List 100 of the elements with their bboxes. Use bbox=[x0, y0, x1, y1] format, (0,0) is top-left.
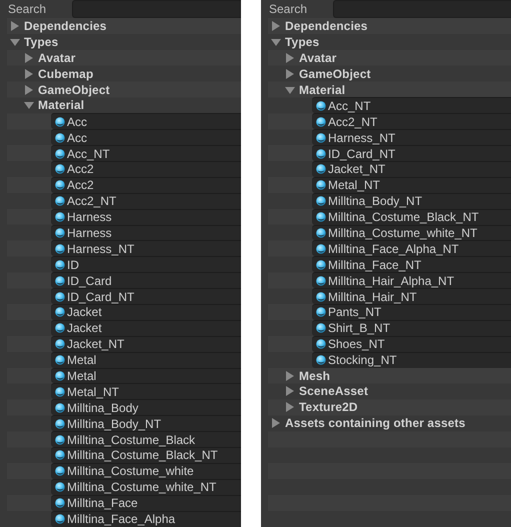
caret-icon[interactable] bbox=[285, 68, 295, 79]
asset-item[interactable]: Harness bbox=[51, 208, 241, 225]
sphere-icon bbox=[55, 228, 65, 238]
caret-icon[interactable] bbox=[285, 386, 295, 396]
sphere-icon bbox=[55, 450, 65, 460]
caret-icon[interactable] bbox=[285, 370, 295, 381]
tree-item[interactable]: Material bbox=[299, 82, 346, 96]
caret-icon[interactable] bbox=[24, 100, 34, 110]
sphere-icon bbox=[55, 244, 65, 254]
caret-icon[interactable] bbox=[271, 36, 281, 47]
tree-item[interactable]: Material bbox=[38, 98, 84, 112]
sphere-icon bbox=[55, 260, 65, 270]
tree-item[interactable]: Avatar bbox=[38, 50, 76, 65]
sphere-icon bbox=[316, 307, 326, 318]
tree-item[interactable]: Avatar bbox=[299, 50, 337, 65]
sphere-icon bbox=[316, 116, 326, 127]
asset-item[interactable]: Acc2_NT bbox=[51, 192, 241, 209]
asset-item[interactable]: Milltina_Costume_Black_NT bbox=[51, 447, 241, 463]
asset-item[interactable]: Milltina_Face_Alpha_NT bbox=[312, 240, 511, 256]
sphere-icon bbox=[316, 244, 326, 254]
asset-item[interactable]: Acc2 bbox=[51, 161, 241, 177]
sphere-icon bbox=[55, 148, 65, 159]
tree-item[interactable]: Types bbox=[285, 34, 320, 49]
asset-item[interactable]: Acc2_NT bbox=[312, 113, 511, 130]
asset-item[interactable]: Metal bbox=[51, 368, 241, 384]
search-field[interactable] bbox=[333, 0, 511, 18]
asset-item[interactable]: Milltina_Body_NT bbox=[312, 192, 511, 209]
tree-item[interactable]: SceneAsset bbox=[299, 384, 368, 398]
asset-item[interactable]: Acc2 bbox=[51, 176, 241, 193]
caret-icon[interactable] bbox=[24, 52, 34, 63]
sphere-icon bbox=[55, 386, 65, 397]
asset-item[interactable]: Metal_NT bbox=[51, 383, 241, 400]
asset-item[interactable]: ID_Card_NT bbox=[51, 288, 241, 304]
tree-item[interactable]: GameObject bbox=[299, 66, 371, 81]
sphere-icon bbox=[316, 180, 326, 190]
asset-item[interactable]: Jacket bbox=[51, 320, 241, 336]
caret-icon[interactable] bbox=[10, 36, 20, 47]
asset-item[interactable]: Harness_NT bbox=[312, 129, 511, 146]
sphere-icon bbox=[55, 180, 65, 190]
tree-item[interactable]: Texture2D bbox=[299, 400, 358, 414]
asset-item[interactable]: Milltina_Hair_Alpha_NT bbox=[312, 272, 511, 288]
tree-item[interactable]: Mesh bbox=[299, 368, 330, 383]
asset-item[interactable]: Jacket_NT bbox=[51, 336, 241, 352]
asset-item[interactable]: Milltina_Costume_white_NT bbox=[312, 224, 511, 240]
search-label: Search bbox=[8, 2, 48, 16]
sphere-icon bbox=[55, 116, 65, 127]
sphere-icon bbox=[316, 339, 326, 350]
asset-item[interactable]: Acc bbox=[51, 113, 241, 130]
asset-item[interactable]: ID bbox=[51, 256, 241, 272]
tree-item[interactable]: Cubemap bbox=[38, 66, 94, 81]
asset-item[interactable]: Pants_NT bbox=[312, 304, 511, 320]
asset-item[interactable]: Milltina_Body_NT bbox=[51, 415, 241, 432]
caret-icon[interactable] bbox=[24, 68, 34, 79]
asset-item[interactable]: Shoes_NT bbox=[312, 336, 511, 352]
caret-icon[interactable] bbox=[285, 402, 295, 412]
asset-item[interactable]: Acc bbox=[51, 129, 241, 146]
asset-item[interactable]: Milltina_Face bbox=[51, 494, 241, 511]
asset-item[interactable]: Harness_NT bbox=[51, 240, 241, 256]
asset-item[interactable]: Milltina_Costume_white bbox=[51, 462, 241, 479]
asset-item[interactable]: Acc_NT bbox=[51, 145, 241, 162]
tree-item[interactable]: GameObject bbox=[38, 82, 110, 96]
caret-icon[interactable] bbox=[10, 20, 20, 31]
asset-item[interactable]: Shirt_B_NT bbox=[312, 320, 511, 336]
sphere-icon bbox=[55, 371, 65, 382]
sphere-icon bbox=[55, 482, 65, 492]
sphere-icon bbox=[316, 132, 326, 143]
asset-item[interactable]: Milltina_Costume_Black_NT bbox=[312, 208, 511, 225]
sphere-icon bbox=[316, 196, 326, 206]
sphere-icon bbox=[316, 228, 326, 238]
caret-icon[interactable] bbox=[271, 20, 281, 31]
caret-icon[interactable] bbox=[24, 84, 34, 94]
caret-icon[interactable] bbox=[285, 84, 295, 94]
asset-item[interactable]: Jacket_NT bbox=[312, 161, 511, 177]
asset-item[interactable]: Milltina_Body bbox=[51, 399, 241, 416]
asset-item[interactable]: Milltina_Costume_white_NT bbox=[51, 478, 241, 495]
asset-item[interactable]: Harness bbox=[51, 224, 241, 240]
tree-item[interactable]: Assets containing other assets bbox=[285, 416, 466, 430]
sphere-icon bbox=[55, 466, 65, 476]
asset-item[interactable]: Acc_NT bbox=[312, 97, 511, 114]
tree-item[interactable]: Types bbox=[24, 34, 58, 49]
asset-item[interactable]: ID_Card bbox=[51, 272, 241, 288]
sphere-icon bbox=[55, 292, 65, 302]
asset-item[interactable]: Milltina_Hair_NT bbox=[312, 288, 511, 304]
search-field[interactable] bbox=[72, 0, 241, 18]
asset-item[interactable]: Milltina_Face_NT bbox=[312, 256, 511, 272]
tree-item[interactable]: Dependencies bbox=[24, 18, 107, 33]
asset-item[interactable]: Milltina_Costume_Black bbox=[51, 431, 241, 448]
asset-item[interactable]: Metal_NT bbox=[312, 176, 511, 193]
caret-icon[interactable] bbox=[271, 418, 281, 428]
asset-item[interactable]: Metal bbox=[51, 352, 241, 368]
asset-item[interactable]: Milltina_Face_Alpha bbox=[51, 510, 241, 526]
asset-item[interactable]: ID_Card_NT bbox=[312, 145, 511, 162]
sphere-icon bbox=[55, 402, 65, 413]
asset-item[interactable]: Stocking_NT bbox=[312, 352, 511, 368]
asset-item[interactable]: Jacket bbox=[51, 304, 241, 320]
sphere-icon bbox=[55, 355, 65, 366]
sphere-icon bbox=[55, 323, 65, 334]
caret-icon[interactable] bbox=[285, 52, 295, 63]
tree-item[interactable]: Dependencies bbox=[285, 18, 368, 33]
sphere-icon bbox=[316, 355, 326, 366]
